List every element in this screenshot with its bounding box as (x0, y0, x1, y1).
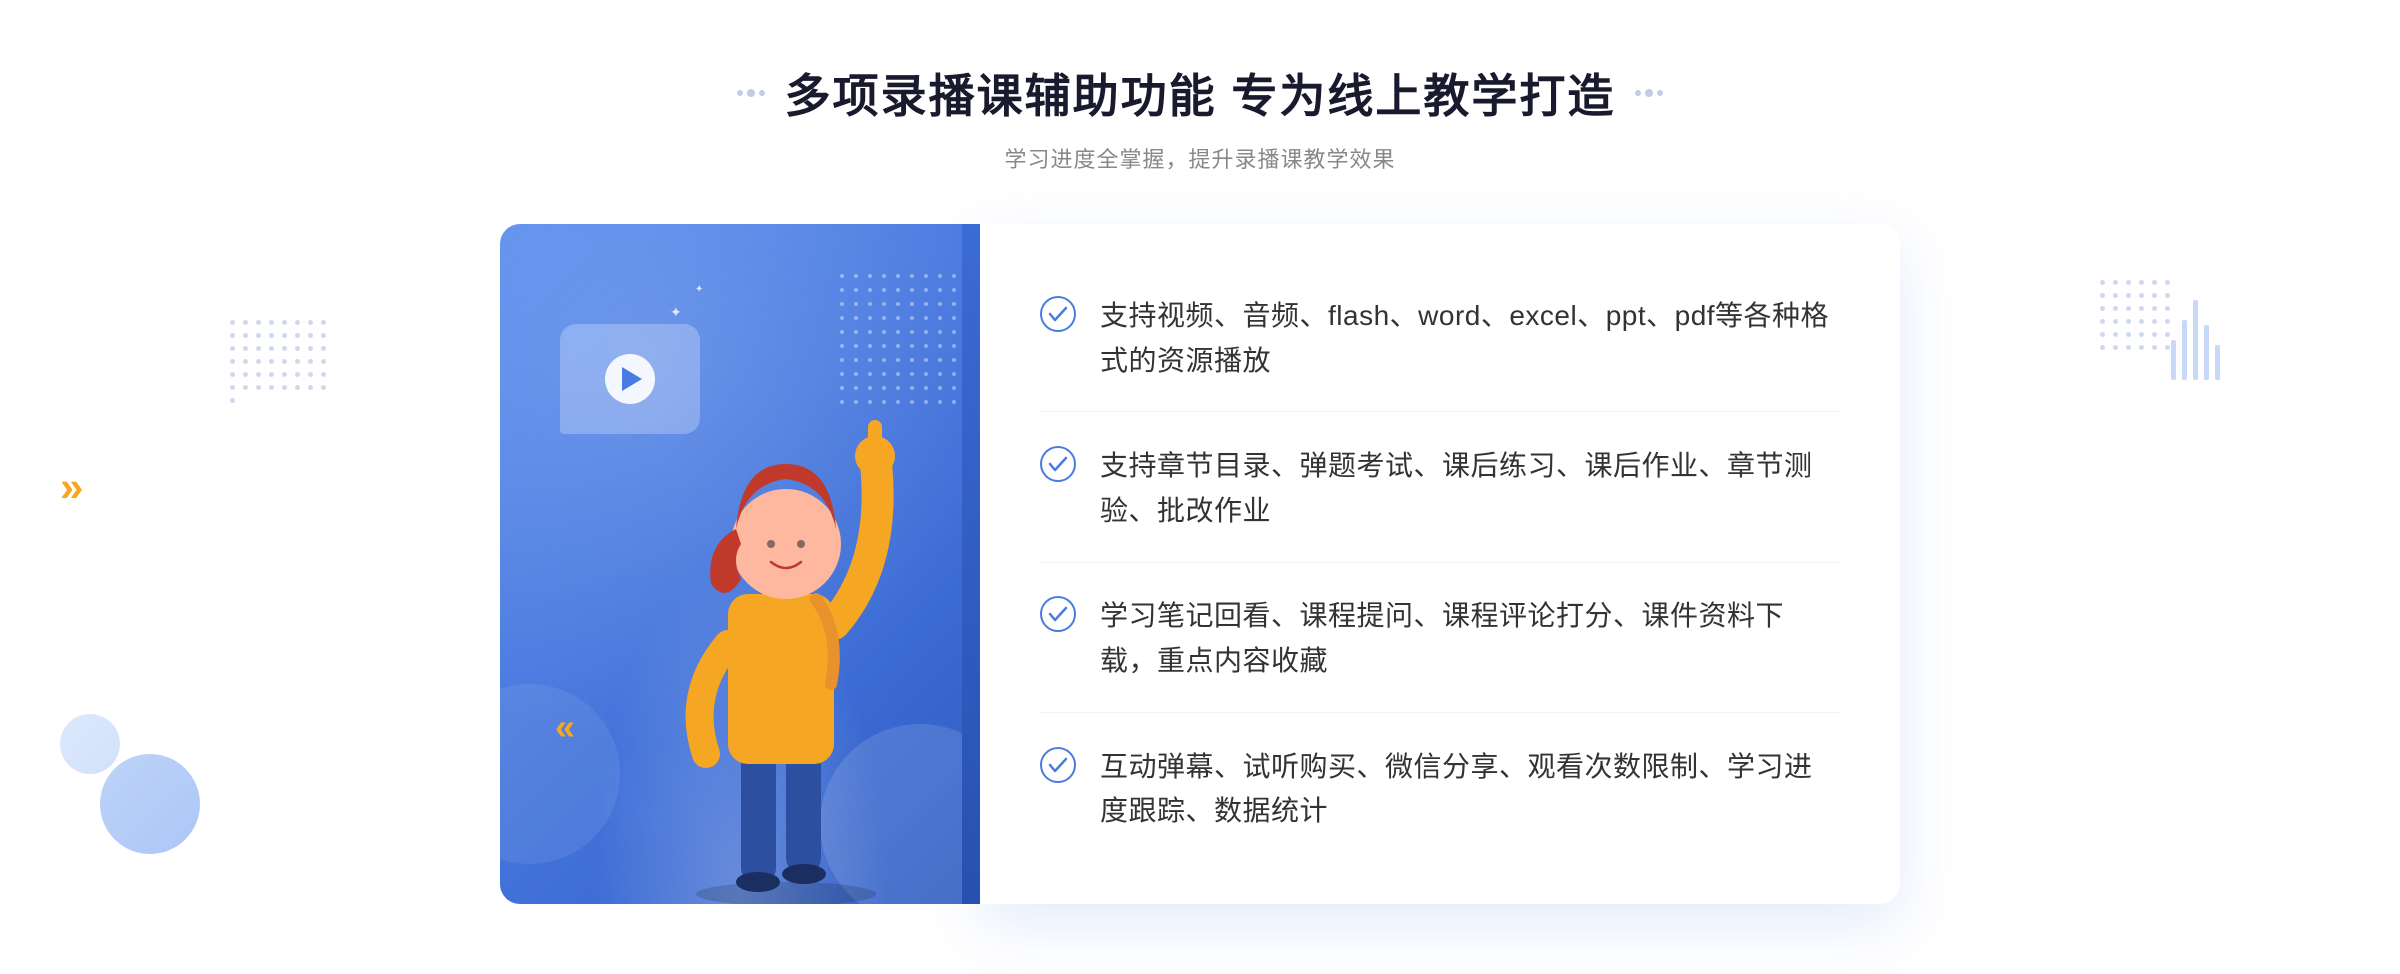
sparkle-icon-1: ✦ (670, 304, 682, 321)
play-icon (605, 354, 655, 404)
feature-item-3: 学习笔记回看、课程提问、课程评论打分、课件资料下载，重点内容收藏 (1040, 566, 1840, 713)
dot-grid-left (230, 320, 326, 416)
decorator-dots-left (737, 89, 765, 97)
check-icon-2 (1040, 446, 1076, 482)
sparkle-icon-2: ✦ (695, 284, 703, 295)
content-area: ✦ ✦ « (500, 224, 1900, 904)
deco-circle-large (100, 754, 200, 854)
check-icon-1 (1040, 296, 1076, 332)
check-icon-4 (1040, 747, 1076, 783)
features-panel: 支持视频、音频、flash、word、excel、ppt、pdf等各种格式的资源… (980, 224, 1900, 904)
feature-text-3: 学习笔记回看、课程提问、课程评论打分、课件资料下载，重点内容收藏 (1100, 594, 1840, 684)
feature-text-4: 互动弹幕、试听购买、微信分享、观看次数限制、学习进度跟踪、数据统计 (1100, 745, 1840, 835)
subtitle: 学习进度全掌握，提升录播课教学效果 (737, 142, 1664, 174)
vert-lines-decoration (2171, 300, 2220, 380)
blue-stripe-decoration (962, 224, 980, 904)
chevron-icon: « (555, 709, 575, 745)
header-section: 多项录播课辅助功能 专为线上教学打造 学习进度全掌握，提升录播课教学效果 (737, 60, 1664, 174)
play-triangle (622, 367, 642, 391)
feature-item-4: 互动弹幕、试听购买、微信分享、观看次数限制、学习进度跟踪、数据统计 (1040, 717, 1840, 863)
main-title: 多项录播课辅助功能 专为线上教学打造 (785, 60, 1616, 126)
page-chevron-decoration: » (60, 463, 83, 511)
feature-item-1: 支持视频、音频、flash、word、excel、ppt、pdf等各种格式的资源… (1040, 266, 1840, 413)
feature-item-2: 支持章节目录、弹题考试、课后练习、课后作业、章节测验、批改作业 (1040, 416, 1840, 563)
feature-text-2: 支持章节目录、弹题考试、课后练习、课后作业、章节测验、批改作业 (1100, 444, 1840, 534)
page-container: » 多项录播课辅助功能 专为线上教学打造 (0, 0, 2400, 974)
decorator-dots-right (1635, 89, 1663, 97)
dot-grid-right (2100, 280, 2170, 350)
feature-text-1: 支持视频、音频、flash、word、excel、ppt、pdf等各种格式的资源… (1100, 294, 1840, 384)
deco-circle-small (60, 714, 120, 774)
person-figure (656, 384, 936, 904)
illustration-panel: ✦ ✦ « (500, 224, 980, 904)
header-decorators: 多项录播课辅助功能 专为线上教学打造 (737, 60, 1664, 126)
check-icon-3 (1040, 596, 1076, 632)
